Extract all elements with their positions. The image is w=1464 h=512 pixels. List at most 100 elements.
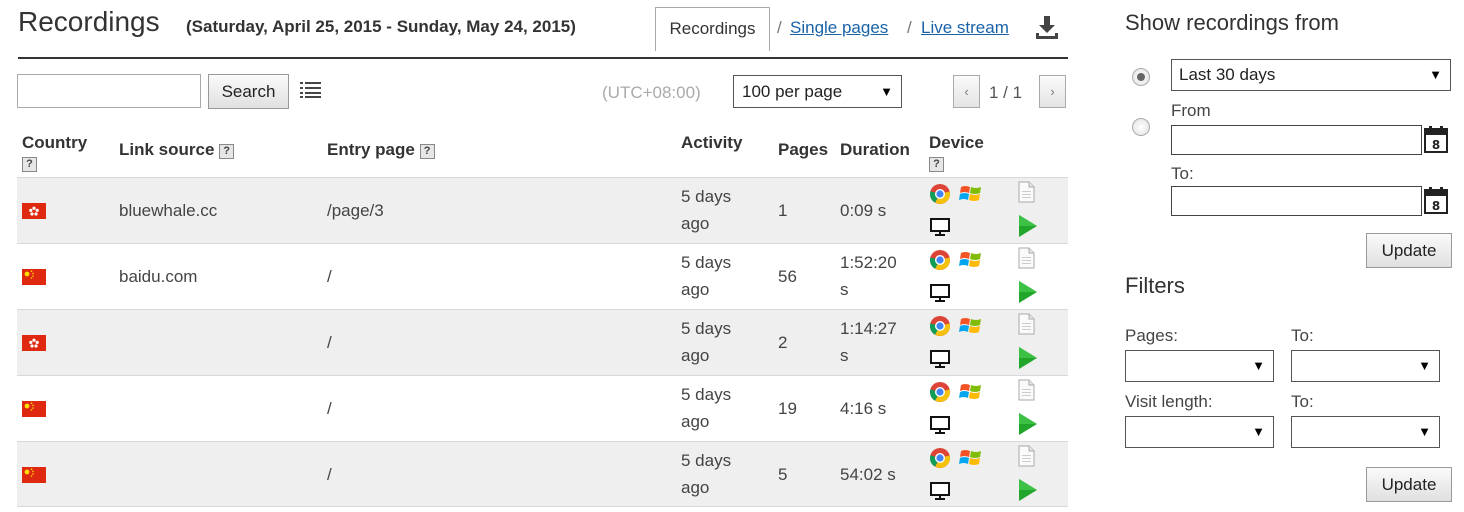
per-page-value: 100 per page	[742, 82, 843, 101]
column-header-link-source[interactable]: Link source ?	[119, 140, 235, 160]
tab-separator: /	[907, 18, 912, 37]
chrome-icon	[929, 382, 951, 403]
table-row[interactable]: / 5 days ago 2 1:14:27 s	[17, 309, 1068, 375]
calendar-icon[interactable]: 8	[1424, 126, 1448, 154]
page-title: Recordings	[18, 6, 160, 37]
windows-icon	[959, 450, 981, 465]
page-icon[interactable]	[1017, 313, 1035, 335]
pages-cell: 5	[778, 465, 788, 484]
play-icon[interactable]	[1018, 478, 1038, 502]
pager-next-button[interactable]: ›	[1039, 75, 1066, 108]
entry-page-cell: /	[327, 465, 332, 484]
visit-length-label: Visit length:	[1125, 392, 1213, 411]
activity-cell: 5 days ago	[681, 253, 732, 299]
search-button[interactable]: Search	[208, 74, 289, 109]
page-icon[interactable]	[1017, 445, 1035, 467]
column-header-activity[interactable]: Activity	[681, 133, 742, 153]
play-icon[interactable]	[1018, 280, 1038, 304]
hong-kong-flag-icon	[22, 335, 46, 351]
single-pages-link[interactable]: Single pages	[790, 18, 888, 38]
update-range-button[interactable]: Update	[1366, 233, 1452, 268]
pages-cell: 2	[778, 333, 788, 352]
update-filters-button[interactable]: Update	[1366, 467, 1452, 502]
link-source-cell: bluewhale.cc	[119, 201, 218, 220]
table-row[interactable]: bluewhale.cc/page/3 5 days ago 1 0:09 s	[17, 177, 1068, 243]
table-row[interactable]: / 5 days ago 5 54:02 s	[17, 441, 1068, 507]
visit-length-max-select[interactable]: ▼	[1291, 416, 1440, 448]
pages-min-select[interactable]: ▼	[1125, 350, 1274, 382]
duration-cell: 0:09 s	[840, 201, 887, 220]
to-date-input[interactable]	[1171, 186, 1422, 216]
column-header-pages[interactable]: Pages	[778, 140, 828, 160]
visit-length-min-select[interactable]: ▼	[1125, 416, 1274, 448]
activity-cell: 5 days ago	[681, 451, 732, 497]
table-row[interactable]: baidu.com / 5 days ago 56 1:52:20 s	[17, 243, 1068, 309]
chevron-down-icon: ▼	[1252, 424, 1265, 439]
range-preset-radio[interactable]	[1132, 68, 1150, 86]
custom-range-radio[interactable]	[1132, 118, 1150, 136]
duration-cell: 54:02 s	[840, 465, 896, 484]
hong-kong-flag-icon	[22, 203, 46, 219]
page-icon[interactable]	[1017, 379, 1035, 401]
tab-separator: /	[777, 18, 782, 37]
desktop-icon	[930, 218, 950, 236]
windows-icon	[959, 186, 981, 201]
filters-title: Filters	[1125, 273, 1185, 298]
help-icon[interactable]: ?	[929, 157, 944, 172]
calendar-icon[interactable]: 8	[1424, 187, 1448, 215]
pages-cell: 1	[778, 201, 788, 220]
chevron-down-icon: ▼	[1429, 67, 1442, 82]
pager-status: 1 / 1	[989, 83, 1023, 102]
duration-cell: 4:16 s	[840, 399, 887, 418]
pages-cell: 56	[778, 267, 797, 286]
column-header-device: Device ?	[929, 133, 984, 172]
show-recordings-title: Show recordings from	[1125, 10, 1339, 35]
from-date-input[interactable]	[1171, 125, 1422, 155]
chrome-icon	[929, 316, 951, 337]
duration-cell: 1:14:27 s	[840, 319, 897, 365]
play-icon[interactable]	[1018, 214, 1038, 238]
range-select[interactable]: Last 30 days ▼	[1171, 59, 1451, 91]
desktop-icon	[930, 350, 950, 368]
svg-text:8: 8	[1432, 199, 1440, 213]
desktop-icon	[930, 284, 950, 302]
pages-filter-label: Pages:	[1125, 326, 1178, 345]
desktop-icon	[930, 482, 950, 500]
chevron-down-icon: ▼	[1418, 424, 1431, 439]
search-input[interactable]	[17, 74, 201, 108]
pages-cell: 19	[778, 399, 797, 418]
entry-page-cell: /	[327, 333, 332, 352]
column-header-country[interactable]: Country ?	[22, 133, 87, 173]
download-icon[interactable]	[1034, 14, 1060, 40]
page-icon[interactable]	[1017, 181, 1035, 203]
timezone-label: (UTC+08:00)	[602, 83, 701, 102]
china-flag-icon	[22, 467, 46, 483]
play-icon[interactable]	[1018, 412, 1038, 436]
page-icon[interactable]	[1017, 247, 1035, 269]
per-page-select[interactable]: 100 per page ▼	[733, 75, 902, 108]
help-icon[interactable]: ?	[219, 144, 235, 159]
live-stream-link[interactable]: Live stream	[921, 18, 1009, 38]
activity-cell: 5 days ago	[681, 187, 732, 233]
column-header-duration[interactable]: Duration	[840, 140, 910, 160]
header-divider	[18, 57, 1068, 59]
tab-recordings[interactable]: Recordings	[655, 7, 770, 51]
pager-prev-button[interactable]: ‹	[953, 75, 980, 108]
windows-icon	[959, 252, 981, 267]
date-range-subtitle: (Saturday, April 25, 2015 - Sunday, May …	[186, 17, 576, 36]
desktop-icon	[930, 416, 950, 434]
from-label: From	[1171, 101, 1211, 120]
chevron-down-icon: ▼	[880, 84, 893, 99]
help-icon[interactable]: ?	[22, 157, 37, 172]
column-header-entry-page[interactable]: Entry page ?	[327, 140, 435, 160]
activity-cell: 5 days ago	[681, 385, 732, 431]
pages-max-select[interactable]: ▼	[1291, 350, 1440, 382]
duration-cell: 1:52:20 s	[840, 253, 897, 299]
range-select-value: Last 30 days	[1179, 65, 1276, 84]
to-label: To:	[1171, 164, 1194, 183]
play-icon[interactable]	[1018, 346, 1038, 370]
help-icon[interactable]: ?	[419, 144, 435, 159]
list-view-icon[interactable]	[300, 81, 322, 99]
windows-icon	[959, 318, 981, 333]
table-row[interactable]: / 5 days ago 19 4:16 s	[17, 375, 1068, 441]
